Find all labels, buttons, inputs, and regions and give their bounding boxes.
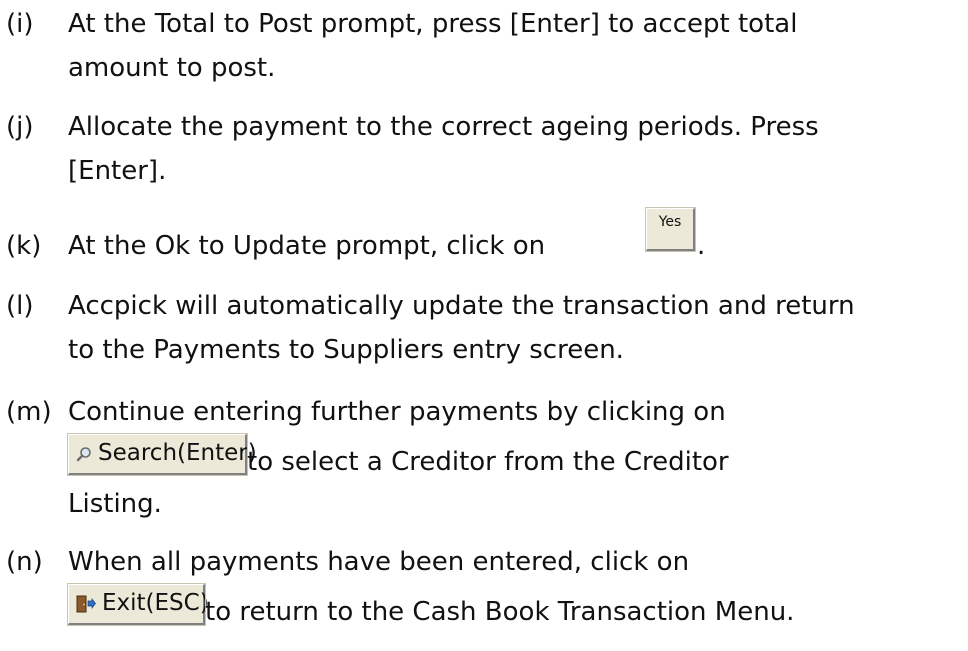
magnifier-icon — [76, 446, 92, 462]
step-text-line: At the Total to Post prompt, press [Ente… — [68, 9, 798, 39]
step-marker: (j) — [6, 112, 34, 142]
yes-button-label: Yes — [658, 214, 682, 230]
step-text-line: amount to post. — [68, 53, 276, 83]
exit-esc-button[interactable]: Exit(ESC) — [67, 583, 209, 626]
step-i: (i) At the Total to Post prompt, press [… — [6, 2, 961, 90]
search-enter-button[interactable]: Search(Enter) — [67, 433, 257, 476]
step-text-line: Continue entering further payments by cl… — [68, 397, 726, 427]
instruction-document: (i) At the Total to Post prompt, press [… — [0, 0, 968, 651]
step-m: (m) Continue entering further payments b… — [6, 390, 961, 528]
step-text-line: to the Payments to Suppliers entry scree… — [68, 335, 624, 365]
step-marker: (m) — [6, 397, 52, 427]
step-marker: (l) — [6, 291, 34, 321]
step-text-line: At the Ok to Update prompt, click on Yes… — [68, 207, 705, 268]
exit-door-icon — [76, 595, 96, 613]
step-text-line: [Enter]. — [68, 156, 167, 186]
step-marker: (n) — [6, 547, 43, 577]
step-text: to return to the Cash Book Transaction M… — [205, 597, 795, 627]
step-text-line: Accpick will automatically update the tr… — [68, 291, 855, 321]
step-text-line: Listing. — [68, 489, 162, 519]
step-text: to select a Creditor from the Creditor — [247, 447, 729, 477]
step-text: At the Ok to Update prompt, click on — [68, 231, 546, 261]
step-marker: (i) — [6, 9, 34, 39]
yes-button[interactable]: Yes — [645, 207, 696, 252]
step-text-line: When all payments have been entered, cli… — [68, 547, 690, 577]
step-l: (l) Accpick will automatically update th… — [6, 284, 961, 372]
step-marker: (k) — [6, 231, 42, 261]
step-n: (n) When all payments have been entered,… — [6, 540, 961, 648]
step-j: (j) Allocate the payment to the correct … — [6, 105, 961, 193]
step-text: . — [697, 231, 706, 261]
search-button-label: Search(Enter) — [98, 440, 257, 466]
step-k: (k) At the Ok to Update prompt, click on… — [6, 207, 961, 268]
exit-button-label: Exit(ESC) — [102, 590, 209, 616]
step-text-line: Allocate the payment to the correct agei… — [68, 112, 819, 142]
